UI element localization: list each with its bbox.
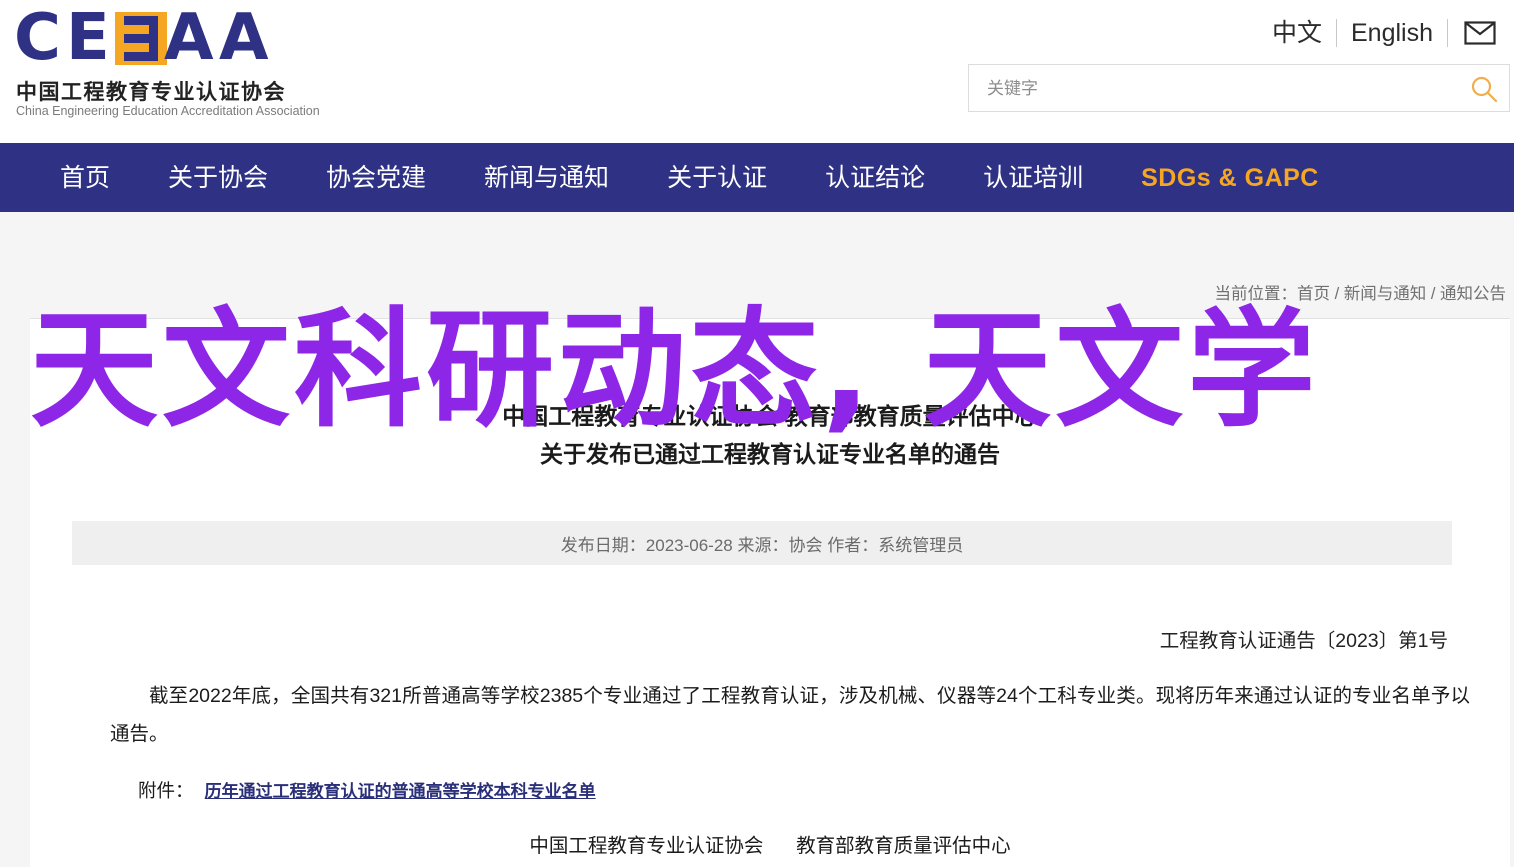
signature-evaluation-center: 教育部教育质量评估中心 bbox=[796, 835, 1011, 857]
site-header: C E A A 中国工程教育专业认证协会 China Engineering E… bbox=[0, 0, 1514, 143]
article-title-line2: 关于发布已通过工程教育认证专业名单的通告 bbox=[540, 441, 1000, 467]
nav-item-sdgs-gapc[interactable]: SDGs & GAPC bbox=[1141, 161, 1319, 195]
main-navigation: 首页 关于协会 协会党建 新闻与通知 关于认证 认证结论 认证培训 SDGs &… bbox=[0, 143, 1514, 212]
site-logo[interactable]: C E A A 中国工程教育专业认证协会 China Engineering E… bbox=[8, 6, 320, 124]
logo-letter-e1: E bbox=[66, 1, 110, 75]
logo-english-name: China Engineering Education Accreditatio… bbox=[16, 104, 320, 118]
attachment-link[interactable]: 历年通过工程教育认证的普通高等学校本科专业名单 bbox=[205, 782, 596, 801]
lang-chinese[interactable]: 中文 bbox=[1258, 18, 1336, 48]
document-number: 工程教育认证通告〔2023〕第1号 bbox=[1159, 630, 1448, 652]
logo-chinese-name: 中国工程教育专业认证协会 bbox=[16, 81, 286, 104]
logo-letter-e2-reversed bbox=[118, 16, 164, 61]
attachment-row: 附件： 历年通过工程教育认证的普通高等学校本科专业名单 bbox=[138, 777, 596, 803]
article-signature: 中国工程教育专业认证协会 教育部教育质量评估中心 bbox=[70, 829, 1470, 858]
article-meta-bar: 发布日期：2023-06-28 来源：协会 作者：系统管理员 bbox=[72, 521, 1452, 565]
nav-item-accreditation[interactable]: 关于认证 bbox=[667, 161, 767, 195]
nav-item-training[interactable]: 认证培训 bbox=[983, 161, 1083, 195]
article-meta-text: 发布日期：2023-06-28 来源：协会 作者：系统管理员 bbox=[560, 535, 964, 555]
nav-item-about[interactable]: 关于协会 bbox=[168, 161, 268, 195]
language-bar: 中文 English bbox=[1258, 16, 1506, 50]
logo-wordmark: C E A A bbox=[14, 6, 286, 70]
nav-items: 首页 关于协会 协会党建 新闻与通知 关于认证 认证结论 认证培训 SDGs &… bbox=[60, 161, 1377, 195]
nav-item-home[interactable]: 首页 bbox=[60, 161, 110, 195]
attachment-label: 附件： bbox=[138, 780, 194, 801]
article-card: 中国工程教育专业认证协会 教育部教育质量评估中心 关于发布已通过工程教育认证专业… bbox=[30, 318, 1510, 867]
article-title-line1: 中国工程教育专业认证协会 教育部教育质量评估中心 bbox=[502, 403, 1038, 429]
signature-association: 中国工程教育专业认证协会 bbox=[529, 835, 764, 857]
article-body-paragraph: 截至2022年底，全国共有321所普通高等学校2385个专业通过了工程教育认证，… bbox=[110, 685, 1470, 745]
article-title: 中国工程教育专业认证协会 教育部教育质量评估中心 关于发布已通过工程教育认证专业… bbox=[70, 397, 1470, 473]
logo-letter-c: C bbox=[14, 1, 61, 75]
nav-item-news[interactable]: 新闻与通知 bbox=[484, 161, 609, 195]
search-input[interactable] bbox=[985, 65, 1459, 113]
logo-letter-a2: A bbox=[219, 1, 269, 75]
nav-item-party[interactable]: 协会党建 bbox=[326, 161, 426, 195]
lang-english[interactable]: English bbox=[1337, 18, 1447, 48]
logo-letter-a1: A bbox=[164, 1, 214, 75]
search-icon[interactable] bbox=[1469, 74, 1499, 104]
search-box[interactable] bbox=[968, 64, 1510, 113]
envelope-icon[interactable] bbox=[1448, 21, 1506, 45]
breadcrumb: 当前位置：首页 / 新闻与通知 / 通知公告 bbox=[1214, 285, 1506, 303]
nav-item-conclusions[interactable]: 认证结论 bbox=[825, 161, 925, 195]
